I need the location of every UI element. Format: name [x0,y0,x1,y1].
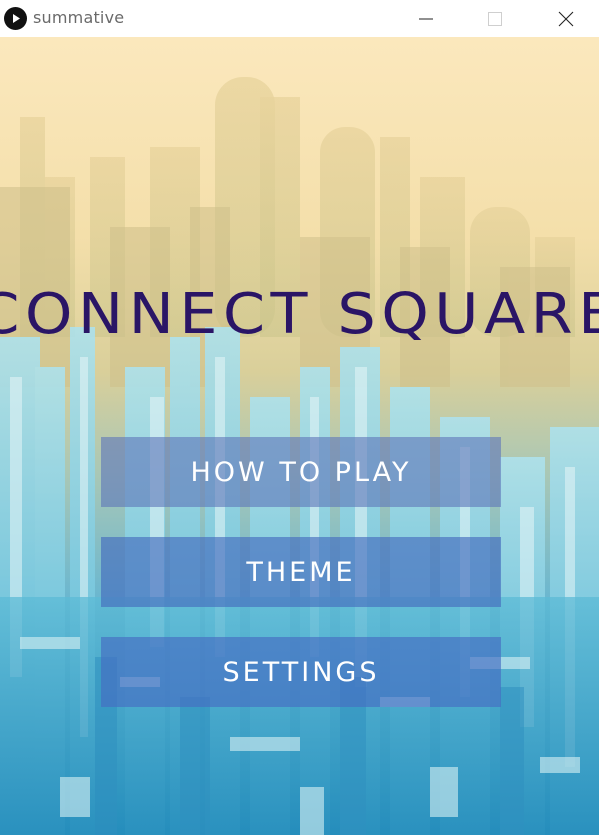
settings-button[interactable]: SETTINGS [101,637,501,707]
how-to-play-label: HOW TO PLAY [190,456,412,488]
game-title: CONNECT SQUARE [0,282,599,347]
maximize-icon [488,11,502,26]
game-canvas[interactable]: CONNECT SQUARE HOW TO PLAY THEME SETTING… [0,37,599,835]
minimize-icon [419,18,433,19]
minimize-button[interactable] [403,0,449,37]
maximize-button[interactable] [472,0,518,37]
close-button[interactable] [543,0,589,37]
city-background [0,37,599,835]
theme-button[interactable]: THEME [101,537,501,607]
title-bar[interactable]: summative [0,0,599,37]
theme-label: THEME [246,556,356,588]
how-to-play-button[interactable]: HOW TO PLAY [101,437,501,507]
window-title: summative [33,8,125,27]
play-icon [4,7,27,30]
close-icon [558,11,574,26]
settings-label: SETTINGS [222,656,380,688]
app-window: summative CONNECT SQUARE HOW TO PLAY THE… [0,0,599,835]
